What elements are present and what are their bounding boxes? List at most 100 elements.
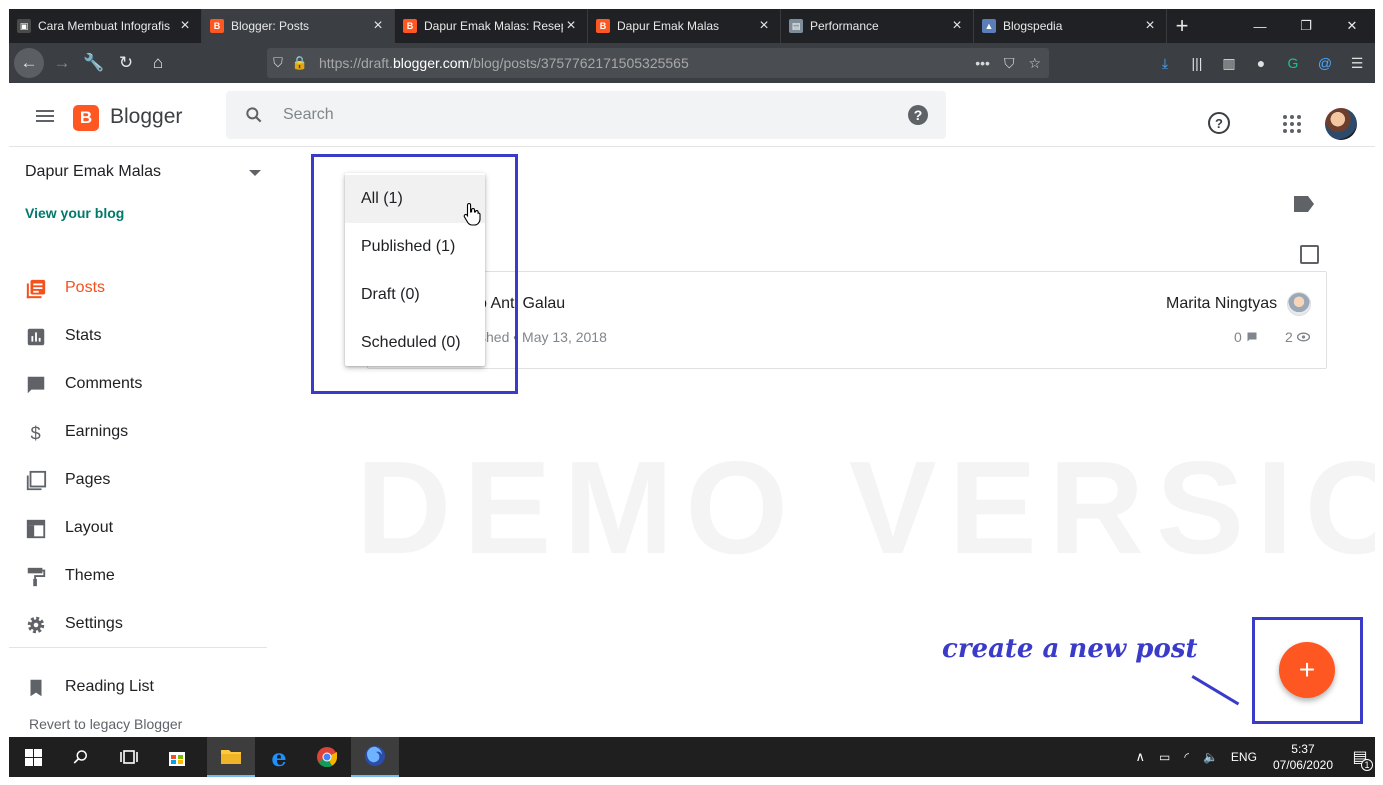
grammarly-icon[interactable]: G <box>1281 51 1305 75</box>
apps-grid-icon[interactable] <box>1283 115 1301 133</box>
browser-window: ▣ Cara Membuat Infografis × B Blogger: P… <box>9 9 1375 777</box>
sidebar-item-stats[interactable]: Stats <box>9 315 267 359</box>
account-icon[interactable]: ● <box>1249 51 1273 75</box>
tab-2[interactable]: B Dapur Emak Malas: Resep × <box>395 9 588 43</box>
avatar[interactable] <box>1325 108 1357 140</box>
close-tab-icon[interactable]: × <box>949 17 965 35</box>
window-controls: — ❐ ✕ <box>1237 9 1375 43</box>
eye-icon <box>1296 332 1310 342</box>
hamburger-menu-icon[interactable]: ☰ <box>1345 51 1369 75</box>
close-tab-icon[interactable]: × <box>563 17 579 35</box>
search-icon <box>246 107 262 123</box>
dollar-icon: $ <box>31 422 41 443</box>
windows-start-icon[interactable] <box>9 737 57 777</box>
posts-icon <box>26 279 46 299</box>
tab-title: Dapur Emak Malas <box>617 19 720 33</box>
tab-4[interactable]: ▤ Performance × <box>781 9 974 43</box>
lock-icon[interactable]: 🔒 <box>289 55 311 71</box>
close-tab-icon[interactable]: × <box>177 17 193 35</box>
filter-highlight-box <box>311 154 518 394</box>
view-count-value: 2 <box>1285 329 1293 345</box>
wifi-icon[interactable]: ◜ <box>1184 750 1189 764</box>
back-arrow-icon[interactable]: ← <box>14 48 44 78</box>
store-icon[interactable] <box>153 737 201 777</box>
pocket-icon[interactable]: ⛉ <box>1004 55 1015 72</box>
sidebar-item-settings[interactable]: Settings <box>9 603 267 647</box>
main-content: DEMO VERSION p Anti Galau shed • May 13,… <box>267 147 1375 739</box>
bookmark-star-icon[interactable]: ☆ <box>1028 55 1041 72</box>
sidebar-item-earnings[interactable]: $ Earnings <box>9 411 267 455</box>
view-blog-link[interactable]: View your blog <box>25 205 124 221</box>
taskbar-search-icon[interactable] <box>57 737 105 777</box>
notifications-icon[interactable]: ▤ 1 <box>1345 747 1375 771</box>
url-text[interactable]: https://draft.blogger.com/blog/posts/375… <box>319 55 689 71</box>
home-icon[interactable]: ⌂ <box>142 47 174 79</box>
create-post-annotation: create a new post <box>942 634 1198 664</box>
new-tab-button[interactable]: + <box>1167 9 1197 43</box>
sidebar-item-layout[interactable]: Layout <box>9 507 267 551</box>
file-explorer-icon[interactable] <box>207 737 255 777</box>
sidebar-item-reading-list[interactable]: Reading List <box>9 666 267 710</box>
navigation-bar: ← → 🔧 ↻ ⌂ ⛉ 🔒 https://draft.blogger.com/… <box>9 43 1375 83</box>
download-icon[interactable]: ⤓ <box>1153 51 1177 75</box>
volume-icon[interactable]: 🔈 <box>1203 750 1218 764</box>
tab-0[interactable]: ▣ Cara Membuat Infografis × <box>9 9 202 43</box>
search-help-icon[interactable]: ? <box>908 105 928 125</box>
sidebar-item-theme[interactable]: Theme <box>9 555 267 599</box>
firefox-icon[interactable] <box>351 737 399 777</box>
close-tab-icon[interactable]: × <box>756 17 772 35</box>
revert-legacy-link[interactable]: Revert to legacy Blogger <box>29 716 182 732</box>
sidebar-item-posts[interactable]: Posts <box>9 267 267 311</box>
close-tab-icon[interactable]: × <box>1142 17 1158 35</box>
sidebar-item-pages[interactable]: Pages <box>9 459 267 503</box>
extension-icon[interactable]: @ <box>1313 51 1337 75</box>
address-bar[interactable]: ⛉ 🔒 https://draft.blogger.com/blog/posts… <box>267 48 1049 78</box>
pages-icon <box>26 470 47 491</box>
shield-icon[interactable]: ⛉ <box>267 55 289 71</box>
windows-taskbar: e ∧ ▭ ◜ 🔈 ENG 5:37 07/06/2020 ▤ 1 <box>9 737 1375 777</box>
search-box[interactable]: Search ? <box>226 91 946 139</box>
gear-icon <box>27 616 45 634</box>
blog-selector[interactable]: Dapur Emak Malas <box>25 163 161 181</box>
blogger-favicon-icon: B <box>403 19 417 33</box>
clock[interactable]: 5:37 07/06/2020 <box>1273 741 1333 773</box>
language-indicator[interactable]: ENG <box>1231 750 1257 764</box>
chevron-down-icon[interactable] <box>249 170 261 176</box>
library-icon[interactable]: ||| <box>1185 51 1209 75</box>
menu-icon[interactable] <box>36 110 54 122</box>
comment-count-value: 0 <box>1234 329 1242 345</box>
sidebar-item-label: Comments <box>65 375 143 392</box>
tab-title: Blogspedia <box>1003 19 1063 33</box>
blogger-logo-icon: B <box>73 105 99 131</box>
comment-icon <box>1247 332 1257 342</box>
clock-time: 5:37 <box>1291 742 1315 756</box>
search-input[interactable]: Search <box>283 106 334 124</box>
task-view-icon[interactable] <box>105 737 153 777</box>
tab-1[interactable]: B Blogger: Posts × <box>202 9 395 43</box>
sidebar-item-comments[interactable]: Comments <box>9 363 267 407</box>
tab-5[interactable]: ▲ Blogspedia × <box>974 9 1167 43</box>
tab-3[interactable]: B Dapur Emak Malas × <box>588 9 781 43</box>
chevron-up-icon[interactable]: ∧ <box>1135 749 1145 765</box>
close-window-icon[interactable]: ✕ <box>1329 9 1375 43</box>
minimize-icon[interactable]: — <box>1237 9 1283 43</box>
close-tab-icon[interactable]: × <box>370 17 386 35</box>
tab-title: Cara Membuat Infografis <box>38 19 171 33</box>
help-icon[interactable]: ? <box>1208 112 1230 134</box>
battery-icon[interactable]: ▭ <box>1159 750 1170 764</box>
new-post-button[interactable]: + <box>1279 642 1335 698</box>
forward-arrow-icon[interactable]: → <box>46 47 78 79</box>
page-actions-icon[interactable]: ••• <box>975 55 990 71</box>
tab-title: Dapur Emak Malas: Resep <box>424 19 563 33</box>
sidebar-icon[interactable]: ▥ <box>1217 51 1241 75</box>
select-all-checkbox[interactable] <box>1300 245 1319 264</box>
page-favicon-icon: ▤ <box>789 19 803 33</box>
reload-icon[interactable]: ↻ <box>110 47 142 79</box>
chrome-icon[interactable] <box>303 737 351 777</box>
edge-browser-icon[interactable]: e <box>255 737 303 777</box>
wrench-icon[interactable]: 🔧 <box>78 47 110 79</box>
stats-icon <box>27 328 45 346</box>
label-icon[interactable] <box>1294 196 1314 212</box>
sidebar-item-label: Theme <box>65 567 115 584</box>
restore-icon[interactable]: ❐ <box>1283 9 1329 43</box>
